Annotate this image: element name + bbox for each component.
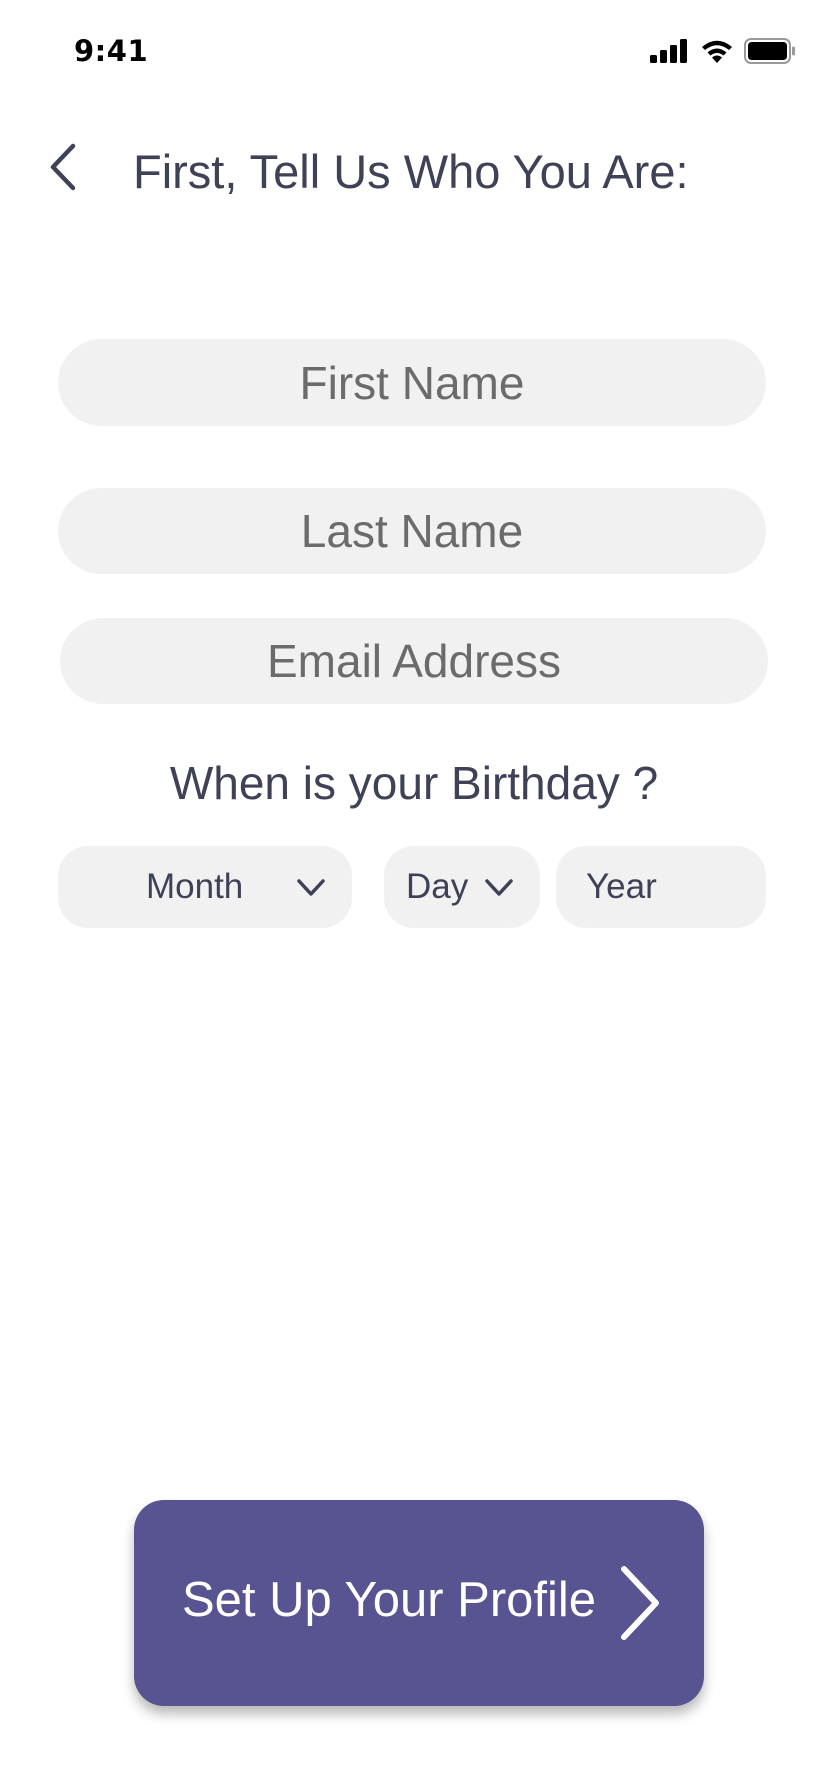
chevron-right-icon bbox=[618, 1564, 662, 1647]
status-icons bbox=[650, 38, 796, 69]
email-address-input[interactable] bbox=[60, 618, 768, 704]
day-select-label: Day bbox=[406, 867, 469, 906]
battery-icon bbox=[744, 38, 796, 69]
page-title: First, Tell Us Who You Are: bbox=[133, 145, 689, 198]
year-select[interactable]: Year bbox=[556, 846, 766, 928]
back-button[interactable] bbox=[38, 138, 88, 200]
chevron-left-icon bbox=[48, 142, 78, 197]
month-select[interactable]: Month bbox=[58, 846, 352, 928]
first-name-field-container bbox=[58, 339, 766, 426]
status-bar: 9:41 bbox=[0, 0, 828, 100]
year-select-label: Year bbox=[586, 867, 657, 906]
month-select-label: Month bbox=[146, 867, 244, 906]
birthday-question: When is your Birthday ? bbox=[169, 757, 659, 809]
status-time: 9:41 bbox=[74, 34, 149, 68]
wifi-icon bbox=[700, 38, 734, 69]
email-field-container bbox=[60, 618, 768, 704]
chevron-down-icon bbox=[296, 878, 326, 903]
header: First, Tell Us Who You Are: bbox=[0, 120, 828, 220]
first-name-input[interactable] bbox=[58, 339, 766, 426]
day-select[interactable]: Day bbox=[384, 846, 540, 928]
set-up-profile-label: Set Up Your Profile bbox=[182, 1573, 597, 1627]
last-name-input[interactable] bbox=[58, 488, 766, 574]
last-name-field-container bbox=[58, 488, 766, 574]
cellular-signal-icon bbox=[650, 39, 690, 68]
set-up-profile-button[interactable]: Set Up Your Profile bbox=[134, 1500, 704, 1706]
chevron-down-icon bbox=[484, 878, 514, 903]
